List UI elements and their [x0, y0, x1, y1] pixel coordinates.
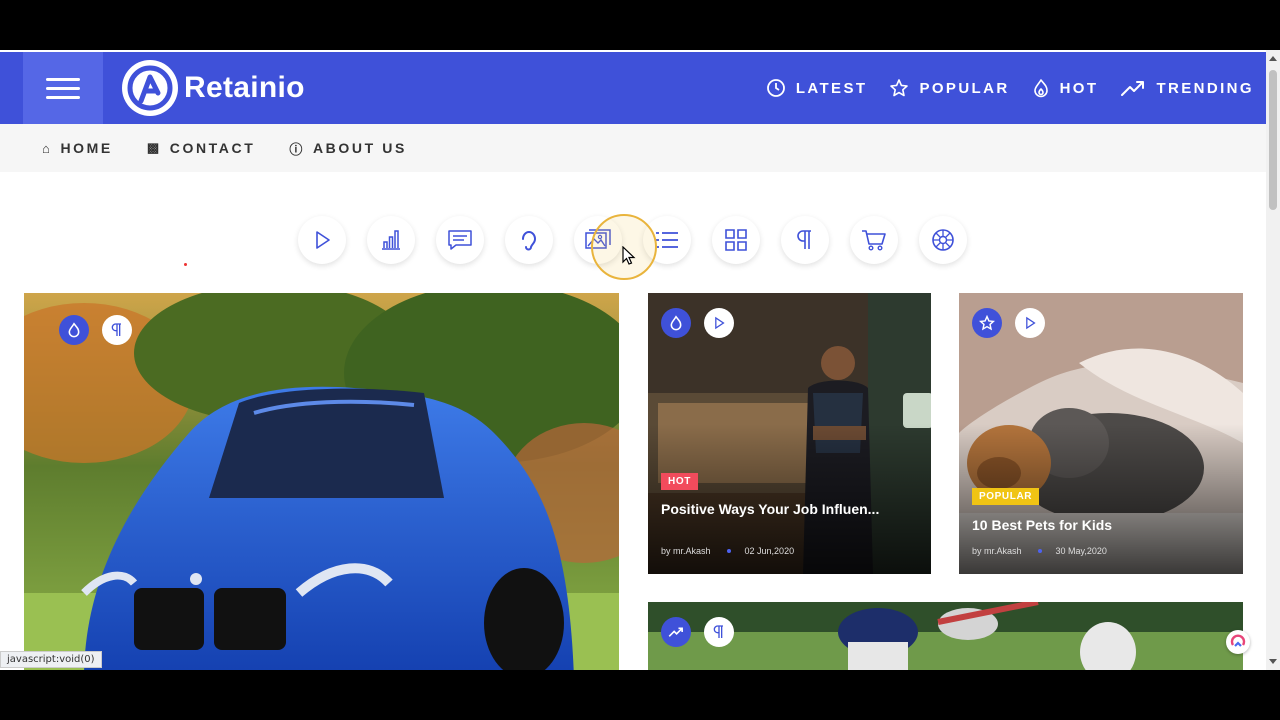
- category-text[interactable]: [781, 216, 829, 264]
- post-card[interactable]: [648, 602, 1243, 670]
- play-icon: [1015, 308, 1045, 338]
- nav-home[interactable]: ⌂ HOME: [42, 140, 113, 156]
- hamburger-icon: [46, 72, 80, 105]
- flame-icon: [661, 308, 691, 338]
- category-misc[interactable]: [919, 216, 967, 264]
- nav-trending[interactable]: TRENDING: [1120, 78, 1254, 98]
- logo-mark-icon: [122, 60, 178, 116]
- paragraph-icon: [797, 230, 811, 249]
- brand-name: Retainio: [184, 71, 305, 104]
- post-date: 02 Jun,2020: [744, 546, 795, 556]
- header-bar: Retainio LATEST POPULAR HOT TRENDING: [0, 52, 1266, 124]
- bar-chart-icon: [382, 230, 400, 250]
- nav-trending-label: TRENDING: [1156, 79, 1254, 97]
- status-bar-url: javascript:void(0): [0, 651, 102, 668]
- category-grid[interactable]: [712, 216, 760, 264]
- category-audio[interactable]: [505, 216, 553, 264]
- cart-icon: [862, 230, 886, 251]
- wheel-icon: [932, 229, 954, 251]
- meta-separator: [1037, 549, 1042, 553]
- post-author[interactable]: by mr.Akash: [661, 546, 711, 556]
- category-shop[interactable]: [850, 216, 898, 264]
- post-title[interactable]: 10 Best Pets for Kids: [972, 517, 1229, 533]
- audio-icon: [522, 231, 537, 251]
- nav-latest[interactable]: LATEST: [766, 78, 868, 98]
- post-type-icons: [59, 315, 145, 345]
- post-author[interactable]: by mr.Akash: [972, 546, 1022, 556]
- play-icon: [316, 231, 330, 249]
- info-icon: ⓘ: [289, 141, 305, 157]
- play-icon: [704, 308, 734, 338]
- post-meta: by mr.Akash 02 Jun,2020: [661, 546, 794, 556]
- star-icon: [972, 308, 1002, 338]
- nav-contact-label: CONTACT: [169, 140, 256, 156]
- nav-hot[interactable]: HOT: [1032, 78, 1099, 98]
- meta-separator: [726, 549, 731, 553]
- car-photo: [24, 293, 619, 670]
- flame-icon: [59, 315, 89, 345]
- stray-dot: [184, 263, 187, 266]
- mouse-cursor-icon: [622, 246, 636, 265]
- top-nav: LATEST POPULAR HOT TRENDING: [744, 52, 1254, 124]
- nav-home-label: HOME: [60, 140, 113, 156]
- clock-icon: [766, 79, 785, 97]
- star-icon: [890, 79, 909, 97]
- hot-tag[interactable]: HOT: [661, 473, 698, 490]
- scroll-down-icon[interactable]: [1269, 659, 1277, 664]
- trending-icon: [661, 617, 691, 647]
- menu-button[interactable]: [23, 52, 103, 124]
- post-meta: by mr.Akash 30 May,2020: [972, 546, 1107, 556]
- secondary-nav: ⌂ HOME ▩ CONTACT ⓘ ABOUT US: [0, 124, 1266, 172]
- nav-contact[interactable]: ▩ CONTACT: [147, 140, 256, 156]
- post-date: 30 May,2020: [1055, 546, 1107, 556]
- nav-latest-label: LATEST: [795, 79, 868, 97]
- popular-tag[interactable]: POPULAR: [972, 488, 1040, 505]
- nav-about-label: ABOUT US: [312, 140, 407, 156]
- chat-icon: [448, 230, 472, 250]
- nav-hot-label: HOT: [1059, 79, 1099, 97]
- paragraph-icon: [704, 617, 734, 647]
- post-type-icons: [972, 308, 1058, 338]
- scroll-thumb[interactable]: [1269, 70, 1277, 210]
- flame-icon: [1033, 79, 1048, 98]
- category-chat[interactable]: [436, 216, 484, 264]
- featured-post-card[interactable]: [24, 293, 619, 670]
- list-icon: [656, 232, 678, 248]
- trending-icon: [1121, 81, 1145, 96]
- floating-widget-icon[interactable]: [1226, 630, 1250, 654]
- scrollbar[interactable]: [1266, 50, 1280, 670]
- page: Retainio LATEST POPULAR HOT TRENDING ⌂ H…: [0, 50, 1266, 670]
- contact-book-icon: ▩: [146, 140, 162, 155]
- post-type-icons: [661, 308, 747, 338]
- brand-logo[interactable]: Retainio: [122, 60, 305, 116]
- nav-about[interactable]: ⓘ ABOUT US: [289, 139, 407, 158]
- paragraph-icon: [102, 315, 132, 345]
- category-stats[interactable]: [367, 216, 415, 264]
- post-title[interactable]: Positive Ways Your Job Influen...: [661, 501, 917, 517]
- post-type-icons: [661, 617, 747, 647]
- post-card[interactable]: HOT Positive Ways Your Job Influen... by…: [648, 293, 931, 574]
- nav-popular[interactable]: POPULAR: [889, 78, 1009, 98]
- scroll-up-icon[interactable]: [1269, 56, 1277, 61]
- grid-icon: [725, 229, 747, 251]
- home-icon: ⌂: [42, 140, 53, 156]
- category-video[interactable]: [298, 216, 346, 264]
- nav-popular-label: POPULAR: [919, 79, 1010, 97]
- post-card[interactable]: POPULAR 10 Best Pets for Kids by mr.Akas…: [959, 293, 1243, 574]
